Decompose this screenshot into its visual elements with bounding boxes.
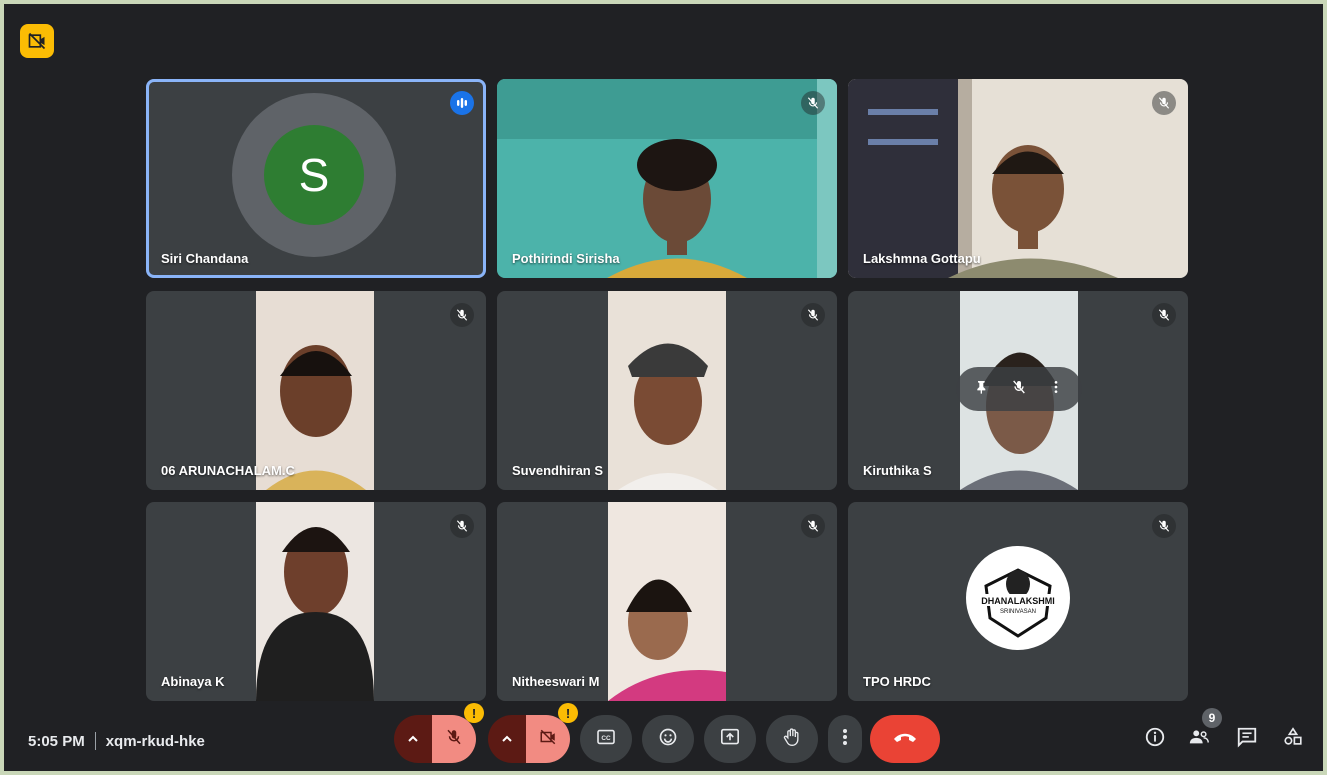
participant-name: Nitheeswari M: [512, 674, 600, 689]
emoji-icon: [658, 727, 678, 752]
camera-control: !: [488, 703, 578, 763]
raise-hand-icon: [782, 727, 802, 752]
participant-name: Abinaya K: [161, 674, 225, 689]
participant-tile[interactable]: DHANALAKSHMI SRINIVASAN TPO HRDC: [848, 502, 1188, 701]
warning-badge: !: [464, 703, 484, 723]
leave-call-button[interactable]: [870, 715, 940, 763]
present-icon: [720, 728, 740, 751]
camera-toggle-button[interactable]: !: [526, 703, 578, 763]
video-feed: [256, 291, 374, 490]
participant-tile[interactable]: Lakshmna Gottapu: [848, 79, 1188, 278]
chevron-up-icon[interactable]: [394, 715, 432, 763]
mic-off-icon: [445, 728, 463, 751]
mute-participant-icon[interactable]: [1011, 379, 1027, 400]
svg-text:SRINIVASAN: SRINIVASAN: [1000, 609, 1036, 615]
video-feed: [497, 79, 837, 278]
video-feed: [608, 291, 726, 490]
meeting-info: 5:05 PM xqm-rkud-hke: [28, 732, 205, 750]
participant-name: Pothirindi Sirisha: [512, 251, 620, 266]
activities-icon: [1282, 726, 1304, 753]
participant-name: Siri Chandana: [161, 251, 249, 266]
participant-name: TPO HRDC: [863, 674, 931, 689]
participant-name: 06 ARUNACHALAM.C: [161, 463, 295, 478]
emoji-button[interactable]: [642, 715, 694, 763]
tile-hover-controls: [956, 367, 1082, 411]
divider: [94, 732, 96, 750]
participant-tile[interactable]: Kiruthika S: [848, 291, 1188, 490]
participant-name: Lakshmna Gottapu: [863, 251, 981, 266]
mic-off-icon: [450, 514, 474, 538]
participant-tile[interactable]: Suvendhiran S: [497, 291, 837, 490]
mic-off-icon: [801, 91, 825, 115]
chevron-up-icon[interactable]: [488, 715, 526, 763]
meet-window: S Siri Chandana Pothirindi Sirisha Laksh…: [4, 4, 1323, 771]
mic-control: !: [394, 703, 484, 763]
participant-tile[interactable]: S Siri Chandana: [146, 79, 486, 278]
mic-off-icon: [801, 303, 825, 327]
more-vert-icon[interactable]: [1048, 379, 1064, 400]
people-icon: [1188, 726, 1210, 753]
organization-logo: DHANALAKSHMI SRINIVASAN: [966, 546, 1070, 650]
mic-off-icon: [1152, 303, 1176, 327]
avatar: S: [264, 125, 364, 225]
camera-off-icon[interactable]: [20, 24, 54, 58]
captions-button[interactable]: CC: [580, 715, 632, 763]
people-button[interactable]: [1186, 726, 1212, 752]
camera-off-icon: [538, 728, 558, 751]
meeting-time: 5:05 PM: [28, 732, 85, 750]
mic-off-icon: [1152, 514, 1176, 538]
participant-name: Kiruthika S: [863, 463, 932, 478]
svg-text:CC: CC: [601, 735, 611, 742]
mic-off-icon: [450, 303, 474, 327]
more-options-button[interactable]: [828, 715, 862, 763]
captions-icon: CC: [596, 729, 616, 750]
warning-badge: !: [558, 703, 578, 723]
control-bar: 5:05 PM xqm-rkud-hke ! ! CC 9: [4, 703, 1323, 771]
present-button[interactable]: [704, 715, 756, 763]
more-vert-icon: [842, 728, 848, 751]
speaking-indicator-icon: [450, 91, 474, 115]
participant-name: Suvendhiran S: [512, 463, 604, 478]
mic-off-icon: [801, 514, 825, 538]
meeting-code: xqm-rkud-hke: [105, 732, 205, 750]
meeting-details-button[interactable]: [1142, 726, 1168, 752]
chat-button[interactable]: [1234, 726, 1260, 752]
participant-tile[interactable]: Abinaya K: [146, 502, 486, 701]
info-icon: [1144, 726, 1166, 753]
activities-button[interactable]: [1280, 726, 1306, 752]
participant-tile[interactable]: Pothirindi Sirisha: [497, 79, 837, 278]
end-call-icon: [892, 730, 918, 749]
pin-icon[interactable]: [974, 379, 990, 400]
video-feed: [256, 502, 374, 701]
raise-hand-button[interactable]: [766, 715, 818, 763]
participant-tile[interactable]: Nitheeswari M: [497, 502, 837, 701]
mic-off-icon: [1152, 91, 1176, 115]
chat-icon: [1236, 726, 1258, 753]
video-feed: [608, 502, 726, 701]
participant-tile[interactable]: 06 ARUNACHALAM.C: [146, 291, 486, 490]
mic-toggle-button[interactable]: !: [432, 703, 484, 763]
video-feed: [848, 79, 1188, 278]
svg-text:DHANALAKSHMI: DHANALAKSHMI: [981, 596, 1055, 606]
